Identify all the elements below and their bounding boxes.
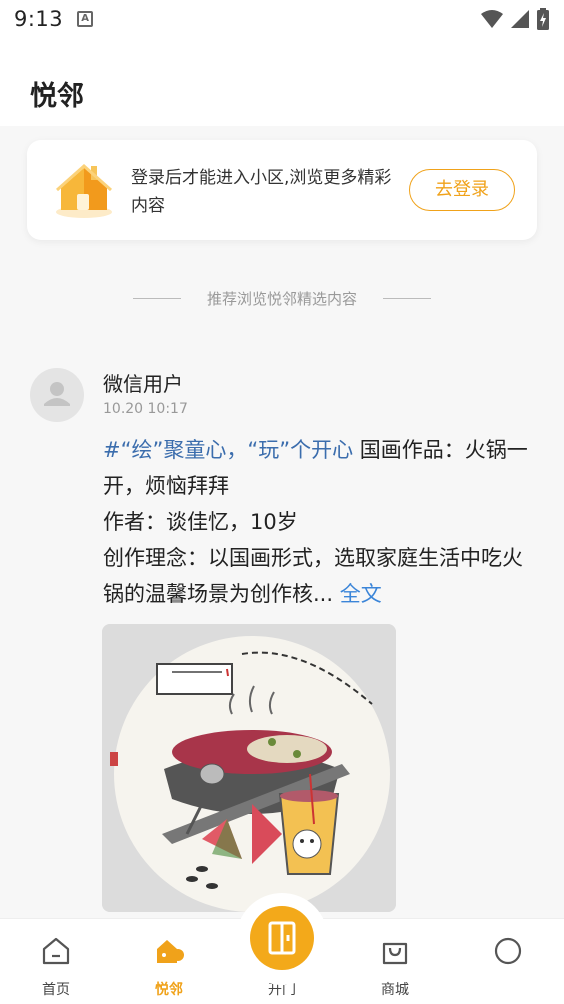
- battery-icon: [537, 8, 549, 30]
- signal-icon: [511, 10, 529, 28]
- nav-mall-label: 商城: [381, 982, 409, 998]
- avatar[interactable]: [30, 368, 84, 422]
- status-icons: [480, 8, 550, 30]
- login-prompt-card: 登录后才能进入小区,浏览更多精彩内容 去登录: [27, 140, 537, 240]
- login-message: 登录后才能进入小区,浏览更多精彩内容: [131, 168, 392, 216]
- nav-home-label: 首页: [42, 982, 70, 998]
- nav-mall[interactable]: 商城: [355, 919, 435, 1004]
- app-header: 悦邻: [0, 38, 564, 126]
- open-door-button[interactable]: [250, 906, 314, 970]
- post-text-line-3: 创作理念：以国画形式，选取家庭生活中吃火锅的温馨场景为创作核...: [103, 546, 523, 606]
- house-icon: [56, 163, 112, 218]
- post-text-line-2: 作者：谈佳忆，10岁: [103, 510, 298, 534]
- post-text-paragraph-1: #“绘”聚童心，“玩”个开心 国画作品：火锅一开，烦恼拜拜: [103, 432, 543, 504]
- default-user-icon: [44, 382, 70, 406]
- shopping-bag-icon: [382, 942, 408, 965]
- neighborhood-icon: [157, 940, 184, 963]
- painting-image: [102, 624, 396, 912]
- post-image[interactable]: [102, 624, 396, 912]
- status-bar: 9:13 A: [0, 0, 564, 38]
- home-icon: [42, 937, 70, 965]
- post-author[interactable]: 微信用户: [103, 368, 183, 397]
- nav-home[interactable]: 首页: [16, 919, 96, 1004]
- section-divider: 推荐浏览悦邻精选内容: [0, 286, 564, 310]
- page-title: 悦邻: [30, 81, 84, 112]
- post-text-paragraph-3: 创作理念：以国画形式，选取家庭生活中吃火锅的温馨场景为创作核... 全文: [103, 540, 543, 612]
- notification-a-icon: A: [77, 11, 94, 27]
- door-icon: [268, 921, 296, 955]
- divider-line-left: [132, 297, 181, 299]
- nav-profile[interactable]: [468, 919, 548, 1004]
- wifi-icon: [481, 10, 503, 28]
- topic-link[interactable]: #“绘”聚童心，“玩”个开心: [103, 438, 353, 462]
- divider-line-right: [383, 297, 431, 299]
- nav-neighborhood[interactable]: 悦邻: [129, 919, 209, 1004]
- nav-neighborhood-label: 悦邻: [155, 982, 183, 998]
- divider-text: 推荐浏览悦邻精选内容: [206, 289, 357, 308]
- status-time: 9:13: [14, 7, 64, 31]
- login-button[interactable]: 去登录: [409, 169, 515, 211]
- post-body: #“绘”聚童心，“玩”个开心 国画作品：火锅一开，烦恼拜拜 作者：谈佳忆，10岁…: [103, 432, 543, 612]
- read-more-link[interactable]: 全文: [340, 582, 382, 606]
- post-time: 10.20 10:17: [103, 401, 188, 417]
- profile-icon: [494, 937, 522, 965]
